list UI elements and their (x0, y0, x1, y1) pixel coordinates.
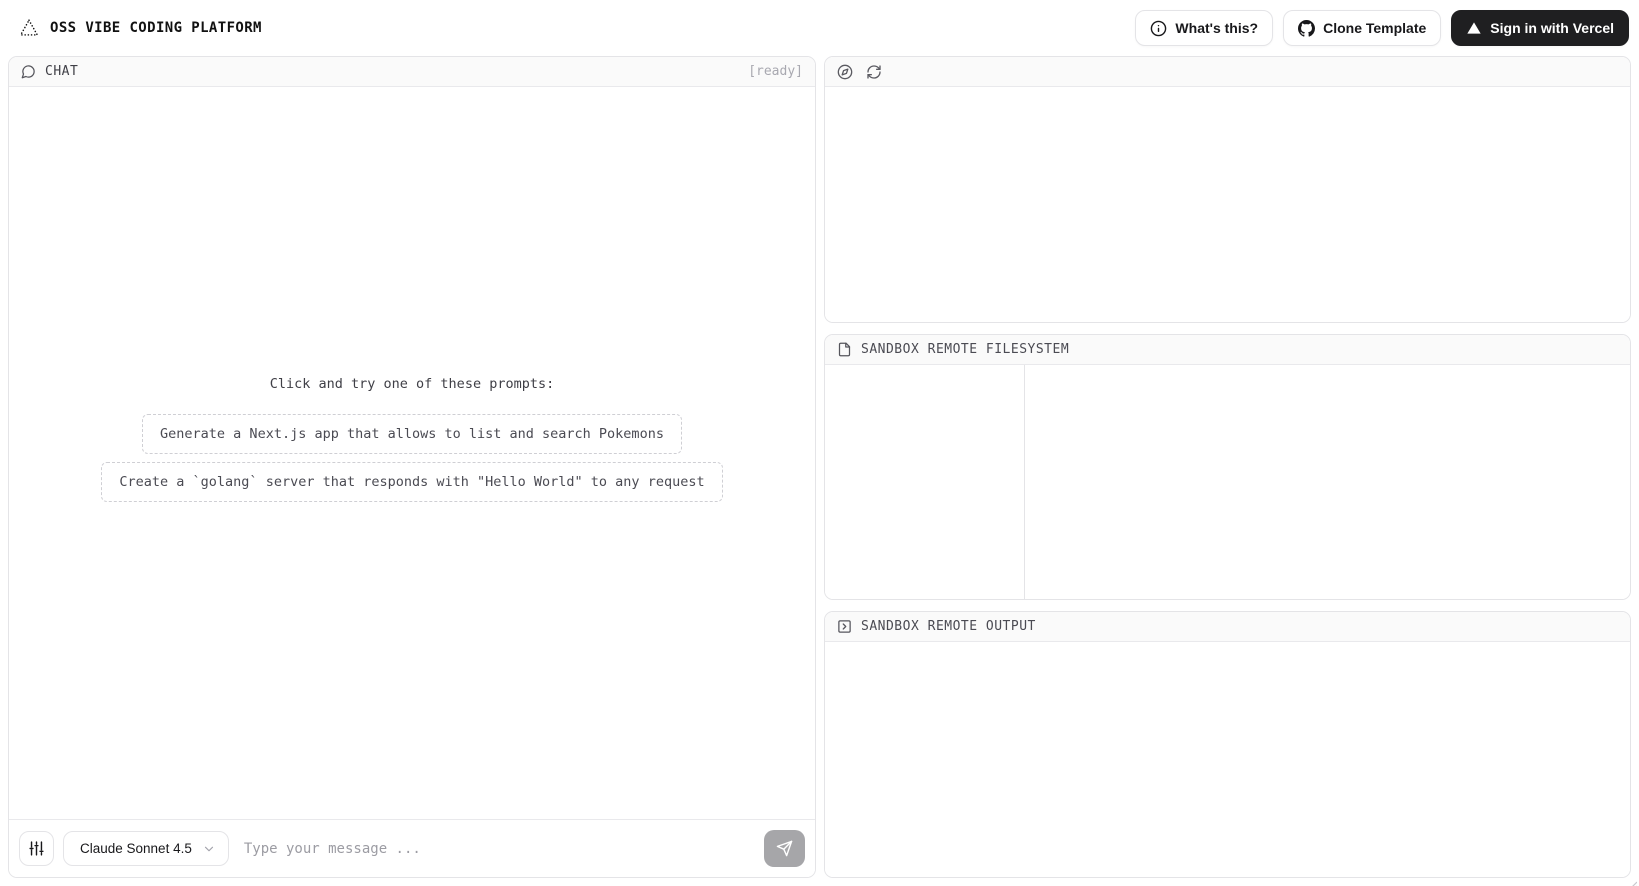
chat-panel: CHAT [ready] Click and try one of these … (8, 56, 816, 878)
right-column: SANDBOX REMOTE FILESYSTEM SANDBOX REMOTE… (824, 56, 1631, 878)
main-area: CHAT [ready] Click and try one of these … (8, 56, 1631, 878)
filesystem-panel-title: SANDBOX REMOTE FILESYSTEM (861, 341, 1070, 357)
chat-panel-header: CHAT [ready] (9, 57, 815, 87)
resize-grip-icon[interactable] (1627, 876, 1638, 886)
topbar-actions: What's this? Clone Template Sign in with… (1135, 10, 1629, 46)
filesystem-panel-body (825, 364, 1630, 600)
prompts-heading: Click and try one of these prompts: (269, 376, 555, 392)
output-panel-header: SANDBOX REMOTE OUTPUT (825, 612, 1630, 643)
suggested-prompt-golang[interactable]: Create a `golang` server that responds w… (101, 462, 723, 502)
suggested-prompt-pokemons[interactable]: Generate a Next.js app that allows to li… (142, 414, 682, 454)
filesystem-panel-header: SANDBOX REMOTE FILESYSTEM (825, 334, 1630, 365)
output-panel: SANDBOX REMOTE OUTPUT (824, 611, 1631, 878)
top-bar: OSS VIBE CODING PLATFORM What's this? Cl… (8, 8, 1631, 48)
chat-empty-state: Click and try one of these prompts: Gene… (9, 87, 815, 819)
preview-panel (824, 56, 1631, 323)
send-plane-icon (776, 840, 793, 857)
send-button[interactable] (764, 830, 805, 867)
chevron-down-icon (202, 842, 216, 856)
chat-status-badge: [ready] (748, 64, 803, 79)
filesystem-content-pane[interactable] (1025, 364, 1630, 600)
whats-this-label: What's this? (1175, 20, 1259, 36)
filesystem-panel: SANDBOX REMOTE FILESYSTEM (824, 333, 1631, 601)
model-selector-value: Claude Sonnet 4.5 (80, 841, 192, 856)
sign-in-vercel-button[interactable]: Sign in with Vercel (1451, 10, 1629, 46)
chat-composer: Claude Sonnet 4.5 (9, 819, 815, 877)
compass-icon[interactable] (837, 64, 853, 80)
clone-template-label: Clone Template (1323, 20, 1427, 36)
file-icon (837, 342, 852, 357)
github-icon (1298, 19, 1316, 37)
terminal-icon (837, 619, 852, 634)
chat-panel-title: CHAT (45, 64, 79, 79)
output-panel-title: SANDBOX REMOTE OUTPUT (861, 619, 1036, 635)
brand: OSS VIBE CODING PLATFORM (18, 17, 262, 39)
vercel-triangle-icon (1466, 20, 1482, 36)
message-input[interactable] (237, 831, 755, 866)
info-icon (1150, 20, 1167, 37)
app-window: OSS VIBE CODING PLATFORM What's this? Cl… (0, 0, 1639, 886)
message-bubble-icon (21, 64, 36, 79)
output-panel-body (825, 642, 1630, 877)
app-title: OSS VIBE CODING PLATFORM (50, 20, 262, 36)
model-selector[interactable]: Claude Sonnet 4.5 (63, 831, 229, 866)
dotted-triangle-logo-icon (18, 17, 40, 39)
preview-panel-body (825, 87, 1630, 322)
sign-in-label: Sign in with Vercel (1490, 20, 1614, 36)
model-settings-button[interactable] (19, 831, 54, 866)
whats-this-button[interactable]: What's this? (1135, 10, 1274, 46)
sliders-icon (28, 840, 45, 857)
clone-template-button[interactable]: Clone Template (1283, 10, 1442, 46)
filesystem-tree-pane[interactable] (825, 364, 1025, 600)
refresh-icon[interactable] (866, 64, 882, 80)
preview-panel-header (825, 57, 1630, 87)
